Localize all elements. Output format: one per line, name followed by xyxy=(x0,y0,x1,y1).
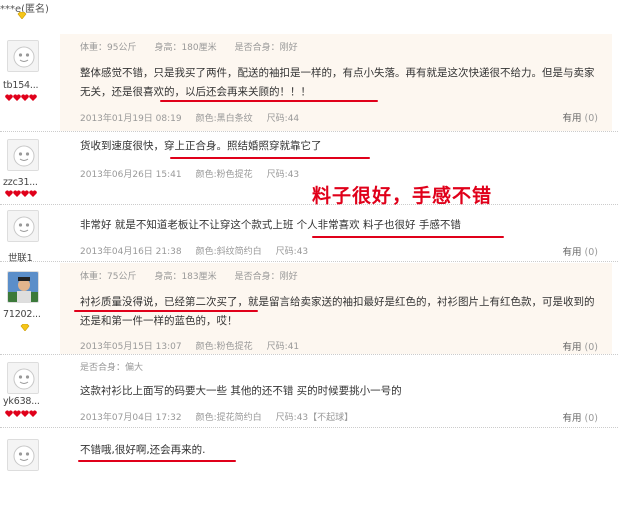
useful-label: 有用 xyxy=(562,247,582,258)
heart-rank-icon xyxy=(5,94,37,101)
useful-count: (0) xyxy=(584,113,598,124)
annotation-text: 料子很好，手感不错 xyxy=(312,185,493,207)
body-stats: 体重：75公斤 身高：183厘米 是否合身：刚好 xyxy=(80,269,316,282)
review-text: 这款衬衫比上面写的码要大一些 其他的还不错 买的时候要挑小一号的 xyxy=(80,385,402,397)
fit-label: 是否合身：偏大 xyxy=(80,363,144,373)
weight-label: 体重：95公斤 xyxy=(80,43,137,53)
avatar[interactable] xyxy=(7,40,39,72)
review-size: 尺码:41 xyxy=(266,342,300,352)
highlight-underline xyxy=(78,460,236,462)
review-date: 2013年01月19日 08:19 xyxy=(80,114,182,124)
reviewer-name[interactable]: tb154... xyxy=(3,80,39,91)
fit-label: 是否合身：刚好 xyxy=(234,43,298,53)
avatar[interactable] xyxy=(7,439,39,471)
reviewer-name[interactable]: 世联1 xyxy=(8,250,33,264)
review-date: 2013年06月26日 15:41 xyxy=(80,170,182,180)
review-footer: 2013年05月15日 13:07 颜色:粉色提花 尺码:41 xyxy=(80,339,313,352)
heart-rank-icon xyxy=(5,410,37,417)
review-footer: 2013年07月04日 17:32 颜色:提花简约白 尺码:43【不起球】 xyxy=(80,410,367,423)
avatar[interactable] xyxy=(7,139,39,171)
reviewer-name[interactable]: zzc31... xyxy=(3,177,38,188)
review-color: 颜色:粉色提花 xyxy=(195,342,253,352)
review-text: 不错哦,很好啊,还会再来的. xyxy=(80,444,206,456)
body-stats: 体重：95公斤 身高：180厘米 是否合身：刚好 xyxy=(80,40,316,53)
review-text: 整体感觉不错，只是我买了两件，配送的袖扣是一样的，有点小失落。再有就是这次快递很… xyxy=(80,67,595,98)
diamond-rank-icon xyxy=(20,324,30,331)
review-color: 颜色:黑白条纹 xyxy=(195,114,253,124)
review-color: 颜色:提花简约白 xyxy=(195,413,262,423)
useful-label: 有用 xyxy=(562,113,582,124)
review-item: yk638... 是否合身：偏大 这款衬衫比上面写的码要大一些 其他的还不错 买… xyxy=(0,356,618,428)
highlight-underline xyxy=(312,236,504,238)
avatar[interactable] xyxy=(7,271,39,303)
useful-count: (0) xyxy=(584,342,598,353)
review-text: 货收到速度很快，穿上正合身。照结婚照穿就靠它了 xyxy=(80,140,322,152)
review-date: 2013年07月04日 17:32 xyxy=(80,413,182,423)
review-date: 2013年04月16日 21:38 xyxy=(80,247,182,257)
useful-label: 有用 xyxy=(562,342,582,353)
review-color: 颜色:粉色提花 xyxy=(195,170,253,180)
review-size: 尺码:43【不起球】 xyxy=(275,413,354,423)
highlight-underline xyxy=(170,157,370,159)
review-text: 衬衫质量没得说，已经第二次买了，就是留言给卖家送的袖扣最好是红色的，衬衫图片上有… xyxy=(80,296,595,327)
highlight-underline xyxy=(160,100,378,102)
heart-rank-icon xyxy=(5,190,37,197)
highlight-underline xyxy=(74,310,258,312)
avatar[interactable] xyxy=(7,210,39,242)
review-footer: 2013年01月19日 08:19 颜色:黑白条纹 尺码:44 xyxy=(80,111,313,124)
useful-button[interactable]: 有用 (0) xyxy=(563,339,598,353)
height-label: 身高：180厘米 xyxy=(154,43,217,53)
review-item: 71202... 体重：75公斤 身高：183厘米 是否合身：刚好 衬衫质量没得说，… xyxy=(0,263,618,355)
useful-label: 有用 xyxy=(562,413,582,424)
review-footer: 2013年06月26日 15:41 颜色:粉色提花 尺码:43 xyxy=(80,167,313,180)
review-text: 非常好 就是不知道老板让不让穿这个款式上班 个人非常喜欢 料子也很好 手感不错 xyxy=(80,219,461,231)
useful-button[interactable]: 有用 (0) xyxy=(563,244,598,258)
reviewer-name[interactable]: yk638... xyxy=(3,396,40,407)
useful-button[interactable]: 有用 (0) xyxy=(563,410,598,424)
useful-button[interactable]: 有用 (0) xyxy=(563,110,598,124)
avatar[interactable] xyxy=(7,362,39,394)
useful-count: (0) xyxy=(584,413,598,424)
review-size: 尺码:43 xyxy=(266,170,300,180)
review-item: 世联1 非常好 就是不知道老板让不让穿这个款式上班 个人非常喜欢 料子也很好 手… xyxy=(0,206,618,264)
diamond-rank-icon xyxy=(17,12,27,19)
height-label: 身高：183厘米 xyxy=(154,272,217,282)
review-color: 颜色:斜纹简约白 xyxy=(195,247,262,257)
review-item: 不错哦,很好啊,还会再来的. xyxy=(0,429,618,503)
review-size: 尺码:43 xyxy=(275,247,309,257)
review-item: tb154... 体重：95公斤 身高：180厘米 是否合身：刚好 整体感觉不错，只… xyxy=(0,34,618,132)
weight-label: 体重：75公斤 xyxy=(80,272,137,282)
body-stats: 是否合身：偏大 xyxy=(80,360,161,373)
reviewer-name[interactable]: 71202... xyxy=(3,309,41,320)
review-footer: 2013年04月16日 21:38 颜色:斜纹简约白 尺码:43 xyxy=(80,244,322,257)
review-size: 尺码:44 xyxy=(266,114,300,124)
fit-label: 是否合身：刚好 xyxy=(234,272,298,282)
review-date: 2013年05月15日 13:07 xyxy=(80,342,182,352)
review-item: zzc31... 货收到速度很快，穿上正合身。照结婚照穿就靠它了 2013年06… xyxy=(0,133,618,205)
useful-count: (0) xyxy=(584,247,598,258)
